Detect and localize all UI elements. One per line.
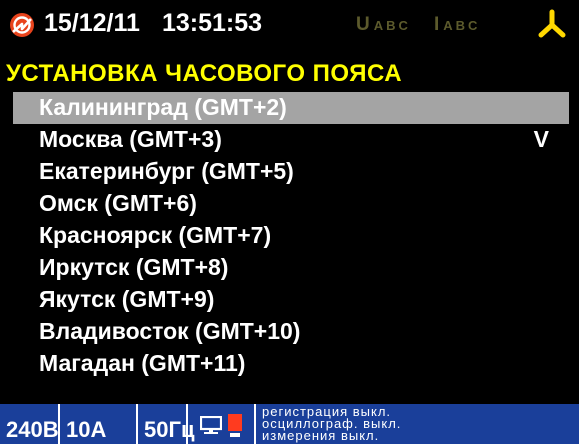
date-text: 15/12/11 [44,9,140,37]
status-messages: регистрация выкл. осциллограф. выкл. изм… [262,405,577,443]
voltage-phases: ABC [373,18,411,33]
status-bar: 240В 10А 50Гц регистрация выкл. осциллог… [0,404,579,444]
current-symbol: I [434,14,440,35]
timezone-label: Магадан (GMT+11) [39,350,246,376]
timezone-label: Якутск (GMT+9) [39,286,215,312]
power-logo-icon [10,13,34,37]
frequency-value: 50Гц [144,417,195,442]
network-star-icon [538,9,566,38]
pc-icon [200,416,222,434]
timezone-label: Иркутск (GMT+8) [39,254,229,280]
device-cell [188,404,256,444]
timezone-item[interactable]: Красноярск (GMT+7) [13,220,569,252]
device-screen: 15/12/11 13:51:53 U ABC I ABC УСТАНОВКА ЧАС… [0,0,579,444]
time-text: 13:51:53 [161,9,263,37]
voltage-phase-indicator: U ABC [356,14,411,36]
recording-indicator-icon [228,414,242,437]
timezone-item[interactable]: Екатеринбург (GMT+5) [13,156,569,188]
timezone-item[interactable]: Иркутск (GMT+8) [13,252,569,284]
timezone-label: Омск (GMT+6) [39,190,197,216]
date-time: 15/12/11 13:51:53 [44,9,262,38]
current-value: 10А [66,417,107,442]
top-bar: 15/12/11 13:51:53 U ABC I ABC [0,0,579,56]
timezone-label: Екатеринбург (GMT+5) [39,158,294,184]
voltage-value: 240В [6,417,59,442]
timezone-list: Калининград (GMT+2) Москва (GMT+3) V Екатер… [13,92,569,380]
timezone-label: Красноярск (GMT+7) [39,222,272,248]
current-timezone-check: V [533,126,549,152]
voltage-cell: 240В [0,404,60,444]
timezone-item[interactable]: Омск (GMT+6) [13,188,569,220]
status-measurements: измерения выкл. [262,428,380,443]
timezone-label: Калининград (GMT+2) [39,94,287,120]
current-phase-indicator: I ABC [434,14,480,36]
page-title: УСТАНОВКА ЧАСОВОГО ПОЯСА [6,60,403,87]
timezone-item[interactable]: Москва (GMT+3) V [13,124,569,156]
current-phases: ABC [443,18,481,33]
timezone-label: Владивосток (GMT+10) [39,318,301,344]
timezone-item[interactable]: Калининград (GMT+2) [13,92,569,124]
current-cell: 10А [60,404,138,444]
timezone-item[interactable]: Владивосток (GMT+10) [13,316,569,348]
voltage-symbol: U [356,14,370,35]
timezone-item[interactable]: Якутск (GMT+9) [13,284,569,316]
frequency-cell: 50Гц [138,404,194,444]
timezone-item[interactable]: Магадан (GMT+11) [13,348,569,380]
timezone-label: Москва (GMT+3) [39,126,222,152]
